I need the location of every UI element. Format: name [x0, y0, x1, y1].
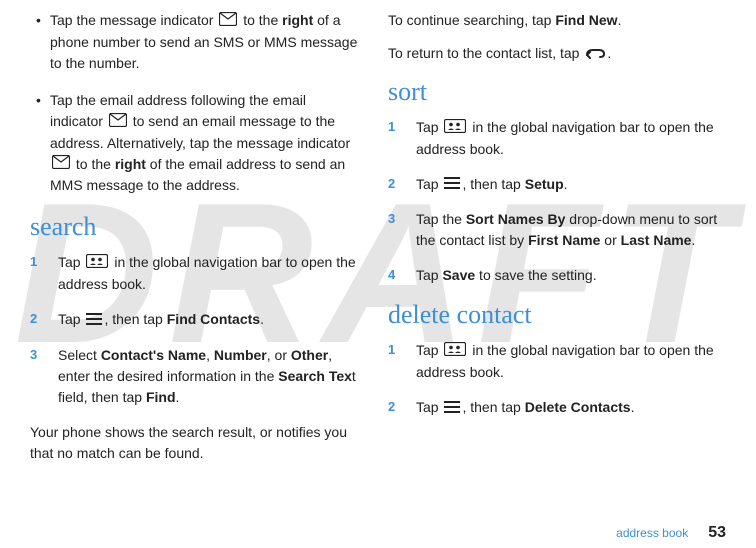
- bold-text: First Name: [528, 232, 600, 248]
- step-item: 1Tap in the global navigation bar to ope…: [388, 340, 726, 383]
- step-item: 1Tap in the global navigation bar to ope…: [30, 252, 358, 295]
- step-text: Tap the Sort Names By drop-down menu to …: [416, 209, 726, 251]
- step-number: 2: [388, 174, 416, 196]
- step-text: Tap , then tap Find Contacts.: [58, 309, 358, 331]
- step-number: 1: [30, 252, 58, 295]
- envelope-icon: [52, 154, 70, 175]
- bullet-dot: •: [30, 90, 50, 197]
- step-item: 3Tap the Sort Names By drop-down menu to…: [388, 209, 726, 251]
- step-text: Tap in the global navigation bar to open…: [58, 252, 358, 295]
- menu-icon: [444, 174, 460, 195]
- bold-text: Sort Names By: [466, 211, 566, 227]
- info-paragraph: To return to the contact list, tap .: [388, 43, 726, 65]
- bold-text: right: [282, 12, 313, 28]
- menu-icon: [444, 398, 460, 419]
- step-number: 2: [30, 309, 58, 331]
- bullet-dot: •: [30, 10, 50, 74]
- contacts-icon: [86, 253, 108, 274]
- info-paragraph: To continue searching, tap Find New.: [388, 10, 726, 31]
- step-text: Tap in the global navigation bar to open…: [416, 117, 726, 160]
- section-heading-sort: sort: [388, 77, 726, 107]
- step-item: 2Tap , then tap Delete Contacts.: [388, 397, 726, 419]
- menu-icon: [86, 310, 102, 331]
- contacts-icon: [444, 118, 466, 139]
- bold-text: Find New: [555, 12, 617, 28]
- step-number: 1: [388, 117, 416, 160]
- right-column: To continue searching, tap Find New. To r…: [378, 10, 726, 510]
- left-column: •Tap the message indicator to the right …: [30, 10, 378, 510]
- step-number: 4: [388, 265, 416, 286]
- bold-text: Find Contacts: [167, 311, 260, 327]
- step-item: 3Select Contact's Name, Number, or Other…: [30, 345, 358, 408]
- bullet-item: •Tap the email address following the ema…: [30, 90, 358, 197]
- page-content: •Tap the message indicator to the right …: [0, 0, 756, 510]
- step-text: Tap Save to save the setting.: [416, 265, 726, 286]
- envelope-icon: [109, 112, 127, 133]
- page-footer: address book 53: [616, 524, 726, 542]
- step-number: 1: [388, 340, 416, 383]
- footer-section-label: address book: [616, 526, 688, 540]
- bold-text: Search Tex: [278, 368, 352, 384]
- step-number: 2: [388, 397, 416, 419]
- bold-text: Delete Contacts: [525, 399, 631, 415]
- step-number: 3: [30, 345, 58, 408]
- bold-text: Contact's Name: [101, 347, 206, 363]
- step-number: 3: [388, 209, 416, 251]
- step-item: 2Tap , then tap Find Contacts.: [30, 309, 358, 331]
- step-text: Tap in the global navigation bar to open…: [416, 340, 726, 383]
- bold-text: right: [115, 156, 146, 172]
- step-text: Tap , then tap Delete Contacts.: [416, 397, 726, 419]
- bold-text: Last Name: [621, 232, 692, 248]
- bold-text: Find: [146, 389, 176, 405]
- bold-text: Number: [214, 347, 267, 363]
- step-text: Select Contact's Name, Number, or Other,…: [58, 345, 358, 408]
- bold-text: Save: [442, 267, 475, 283]
- back-icon: [585, 44, 605, 65]
- step-item: 2Tap , then tap Setup.: [388, 174, 726, 196]
- step-text: Tap , then tap Setup.: [416, 174, 726, 196]
- step-item: 4Tap Save to save the setting.: [388, 265, 726, 286]
- step-item: 1Tap in the global navigation bar to ope…: [388, 117, 726, 160]
- envelope-icon: [219, 11, 237, 32]
- bold-text: Other: [291, 347, 328, 363]
- result-paragraph: Your phone shows the search result, or n…: [30, 422, 358, 464]
- section-heading-search: search: [30, 212, 358, 242]
- bold-text: Setup: [525, 176, 564, 192]
- bullet-text: Tap the email address following the emai…: [50, 90, 358, 197]
- footer-page-number: 53: [708, 524, 726, 542]
- bullet-text: Tap the message indicator to the right o…: [50, 10, 358, 74]
- section-heading-delete-contact: delete contact: [388, 300, 726, 330]
- contacts-icon: [444, 341, 466, 362]
- bullet-item: •Tap the message indicator to the right …: [30, 10, 358, 74]
